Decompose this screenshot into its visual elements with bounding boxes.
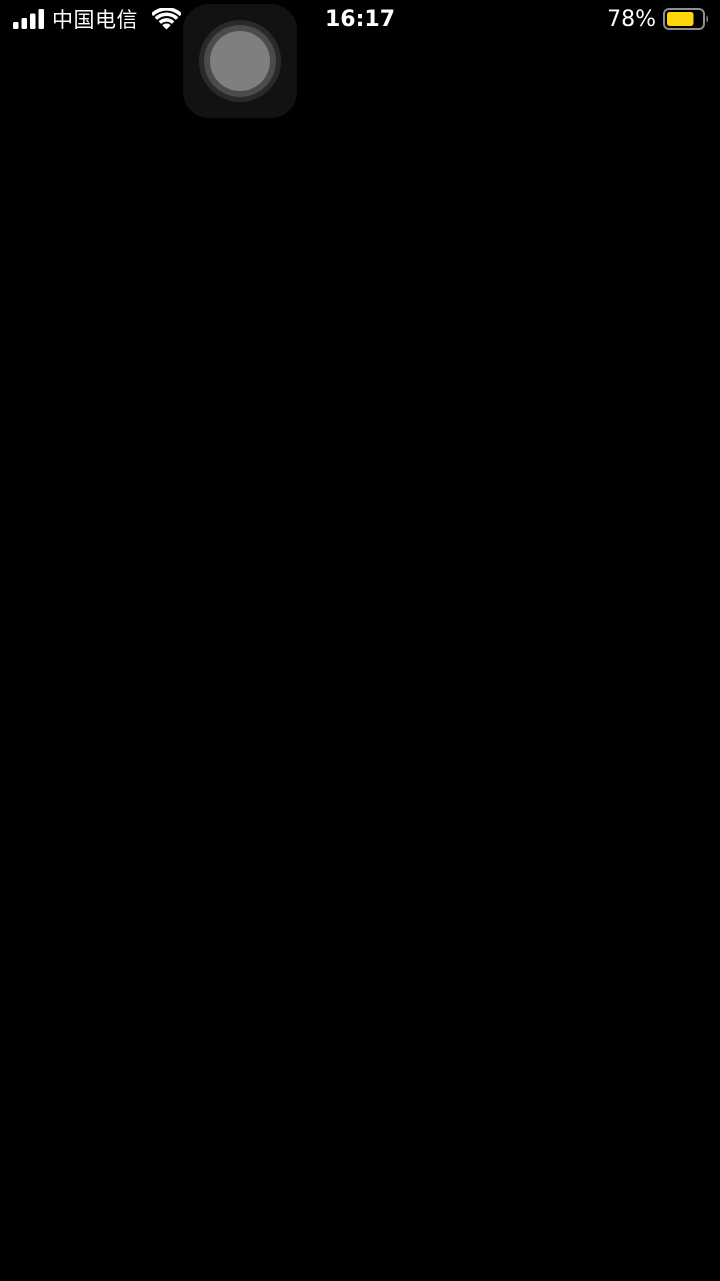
battery-icon [663, 8, 708, 30]
screen: 中国电信 16:17 78% [0, 0, 720, 1281]
assistive-touch-button[interactable] [183, 4, 297, 118]
cellular-signal-icon [13, 9, 44, 29]
wifi-icon [152, 8, 181, 30]
status-bar: 中国电信 16:17 78% [0, 0, 720, 40]
carrier-name: 中国电信 [52, 8, 138, 32]
clock-time: 16:17 [324, 7, 396, 32]
assistive-touch-icon [199, 20, 281, 102]
battery-percentage: 78% [607, 7, 656, 32]
